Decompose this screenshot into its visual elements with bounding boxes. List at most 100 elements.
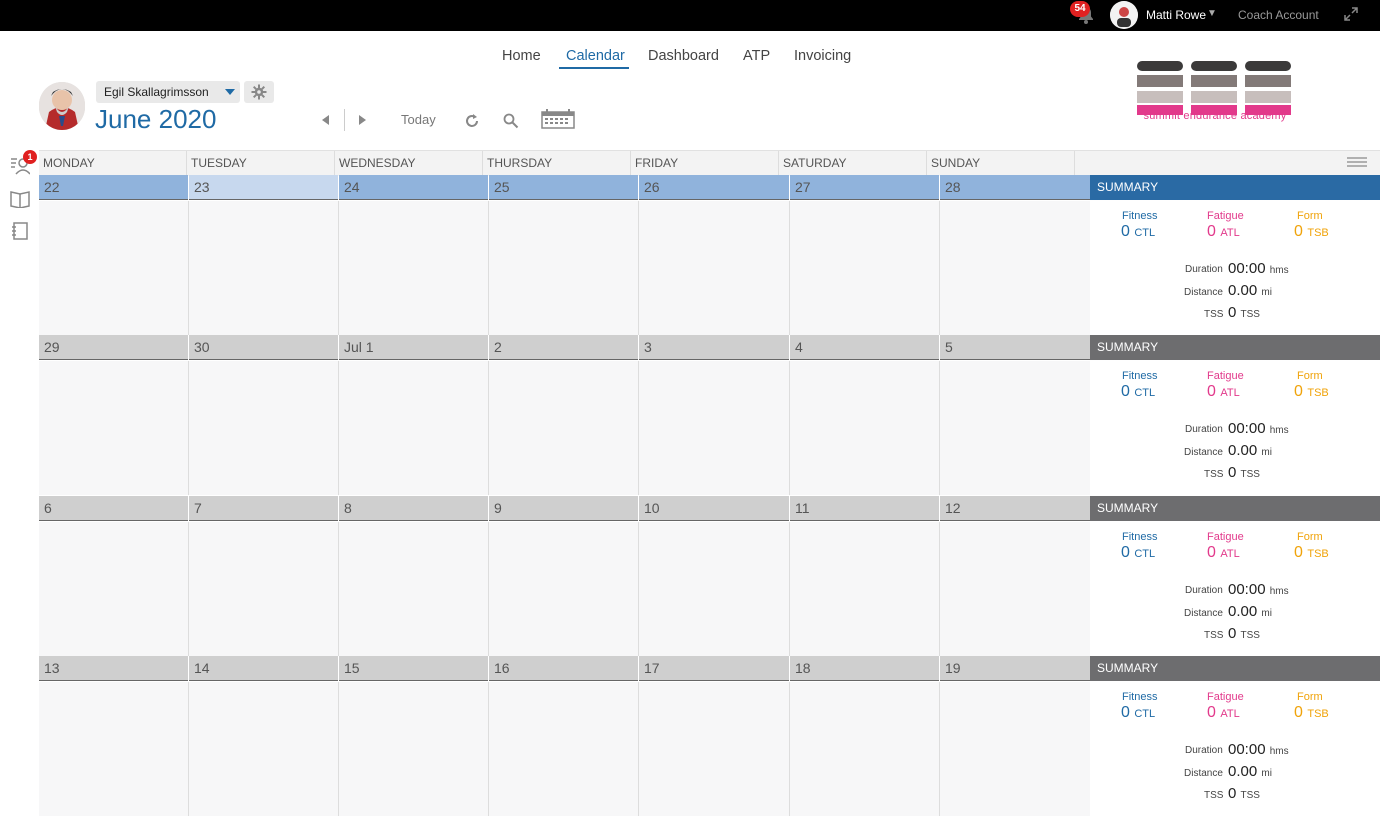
day-header[interactable]: 2 [489, 335, 638, 360]
search-icon[interactable] [503, 113, 519, 129]
day-cell[interactable] [189, 201, 339, 335]
day-cell[interactable] [339, 682, 489, 816]
day-header[interactable]: 17 [639, 656, 789, 681]
calendar-week-row: 22 23 24 25 26 27 28 SUMMARY Fitness Fatigue Form 0… [39, 175, 1380, 335]
form-label: Form [1297, 691, 1323, 703]
nav-dashboard[interactable]: Dashboard [648, 48, 719, 64]
day-cell[interactable] [39, 201, 189, 335]
day-cell[interactable] [790, 361, 940, 495]
weekday-label: TUESDAY [191, 156, 247, 170]
fitness-label: Fitness [1122, 531, 1158, 543]
day-cell[interactable] [940, 682, 1091, 816]
day-header[interactable]: 23 [189, 175, 338, 200]
day-cell[interactable] [639, 682, 790, 816]
library-book-icon[interactable] [10, 188, 30, 208]
day-header[interactable]: 19 [940, 656, 1090, 681]
athlete-settings-button[interactable] [244, 81, 274, 103]
day-cell[interactable] [189, 682, 339, 816]
today-button[interactable]: Today [401, 112, 436, 127]
day-number: 6 [44, 500, 52, 516]
day-cell[interactable] [489, 361, 639, 495]
day-cell[interactable] [639, 361, 790, 495]
calendar-week-row: 13 14 15 16 17 18 19 SUMMARY Fitness Fatigue Form 0… [39, 656, 1380, 816]
fatigue-label: Fatigue [1207, 370, 1244, 382]
day-cell[interactable] [940, 201, 1091, 335]
day-header[interactable]: 14 [189, 656, 338, 681]
fatigue-number: 0 [1207, 704, 1216, 721]
weekday-divider [926, 151, 927, 176]
day-header[interactable]: 13 [39, 656, 188, 681]
day-cell[interactable] [339, 522, 489, 656]
distance-unit: mi [1261, 608, 1272, 619]
refresh-icon[interactable] [463, 112, 481, 130]
nav-home[interactable]: Home [502, 48, 541, 64]
day-header[interactable]: 16 [489, 656, 638, 681]
day-cell[interactable] [39, 361, 189, 495]
user-menu-caret-icon[interactable]: ▼ [1207, 8, 1217, 19]
form-label: Form [1297, 370, 1323, 382]
notes-icon[interactable] [10, 221, 30, 241]
duration-label: Duration [1185, 745, 1223, 756]
prev-arrow-icon[interactable] [320, 114, 330, 126]
athlete-selector[interactable]: Egil Skallagrimsson [96, 81, 240, 103]
day-header[interactable]: 15 [339, 656, 488, 681]
day-cell[interactable] [339, 201, 489, 335]
day-header[interactable]: 18 [790, 656, 939, 681]
day-cell[interactable] [790, 201, 940, 335]
day-cell[interactable] [639, 201, 790, 335]
day-header[interactable]: 25 [489, 175, 638, 200]
day-cell[interactable] [940, 522, 1091, 656]
day-header[interactable]: 10 [639, 496, 789, 521]
day-header[interactable]: 24 [339, 175, 488, 200]
distance-label: Distance [1184, 768, 1223, 779]
calendar-view-icon[interactable] [541, 109, 575, 129]
user-name[interactable]: Matti Rowe [1146, 8, 1206, 22]
day-header[interactable]: 6 [39, 496, 188, 521]
day-header[interactable]: 5 [940, 335, 1090, 360]
next-arrow-icon[interactable] [358, 114, 368, 126]
day-header[interactable]: 28 [940, 175, 1090, 200]
day-header[interactable]: 11 [790, 496, 939, 521]
day-header[interactable]: 4 [790, 335, 939, 360]
nav-calendar[interactable]: Calendar [566, 48, 625, 64]
day-number: 19 [945, 660, 961, 676]
coach-account-link[interactable]: Coach Account [1238, 8, 1319, 22]
day-header[interactable]: 8 [339, 496, 488, 521]
expand-icon[interactable] [1344, 7, 1358, 21]
day-header[interactable]: 22 [39, 175, 188, 200]
day-cell[interactable] [189, 361, 339, 495]
day-header[interactable]: 3 [639, 335, 789, 360]
day-cell[interactable] [489, 682, 639, 816]
form-label: Form [1297, 531, 1323, 543]
day-cell[interactable] [790, 682, 940, 816]
hamburger-menu-icon[interactable] [1347, 157, 1367, 167]
day-header[interactable]: 7 [189, 496, 338, 521]
day-cell[interactable] [489, 522, 639, 656]
day-header[interactable]: Jul 1 [339, 335, 488, 360]
fatigue-label: Fatigue [1207, 691, 1244, 703]
day-header[interactable]: 30 [189, 335, 338, 360]
day-cell[interactable] [790, 522, 940, 656]
day-cell[interactable] [339, 361, 489, 495]
day-cell[interactable] [39, 522, 189, 656]
day-header[interactable]: 27 [790, 175, 939, 200]
day-header[interactable]: 29 [39, 335, 188, 360]
tss-unit: TSS [1240, 309, 1260, 320]
day-header[interactable]: 9 [489, 496, 638, 521]
day-cell[interactable] [639, 522, 790, 656]
week-summary-header: SUMMARY [1090, 335, 1380, 360]
day-header[interactable]: 26 [639, 175, 789, 200]
day-header[interactable]: 12 [940, 496, 1090, 521]
day-number: 30 [194, 339, 210, 355]
duration-label: Duration [1185, 264, 1223, 275]
day-cell[interactable] [39, 682, 189, 816]
nav-invoicing[interactable]: Invoicing [794, 48, 851, 64]
day-cell[interactable] [189, 522, 339, 656]
form-unit: TSB [1307, 227, 1329, 239]
day-cell[interactable] [940, 361, 1091, 495]
user-avatar[interactable] [1110, 1, 1138, 29]
duration-unit: hms [1269, 586, 1289, 597]
day-cell[interactable] [489, 201, 639, 335]
summary-title: SUMMARY [1097, 180, 1159, 194]
nav-atp[interactable]: ATP [743, 48, 770, 64]
